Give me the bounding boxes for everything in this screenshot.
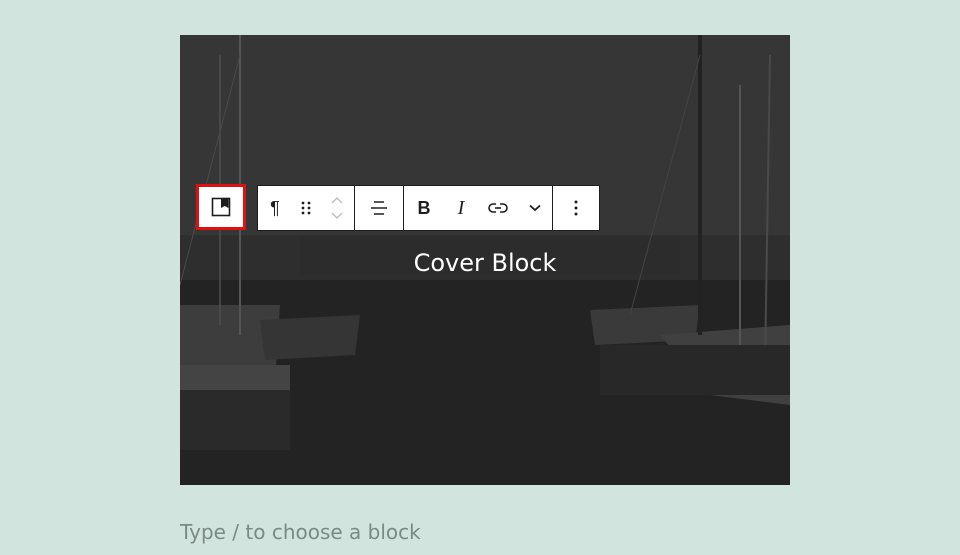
cover-block[interactable]: Cover Block bbox=[180, 35, 790, 485]
more-formatting-button[interactable] bbox=[518, 186, 552, 230]
chevron-down-icon bbox=[529, 204, 541, 212]
block-toolbar: ¶ B I bbox=[257, 185, 600, 231]
italic-label: I bbox=[457, 196, 465, 219]
chevron-up-down-icon bbox=[331, 197, 343, 219]
toolbar-group-align bbox=[355, 186, 404, 230]
drag-handle-button[interactable] bbox=[292, 186, 320, 230]
bold-label: B bbox=[417, 197, 431, 218]
link-icon bbox=[488, 203, 508, 213]
options-button[interactable] bbox=[553, 186, 599, 230]
select-parent-cover-button[interactable] bbox=[196, 184, 246, 230]
block-appender-placeholder[interactable]: Type / to choose a block bbox=[180, 520, 421, 544]
toolbar-group-block: ¶ bbox=[258, 186, 355, 230]
drag-handle-icon bbox=[301, 201, 311, 215]
toolbar-group-options bbox=[553, 186, 599, 230]
toolbar-group-format: B I bbox=[404, 186, 553, 230]
align-button[interactable] bbox=[355, 186, 403, 230]
cover-title[interactable]: Cover Block bbox=[180, 249, 790, 277]
cover-block-icon bbox=[211, 197, 231, 217]
more-vertical-icon bbox=[574, 200, 578, 216]
paragraph-transform-button[interactable]: ¶ bbox=[258, 186, 292, 230]
move-up-down-button[interactable] bbox=[320, 186, 354, 230]
pilcrow-icon: ¶ bbox=[270, 197, 280, 218]
italic-button[interactable]: I bbox=[444, 186, 478, 230]
link-button[interactable] bbox=[478, 186, 518, 230]
align-center-icon bbox=[371, 201, 387, 215]
bold-button[interactable]: B bbox=[404, 186, 444, 230]
